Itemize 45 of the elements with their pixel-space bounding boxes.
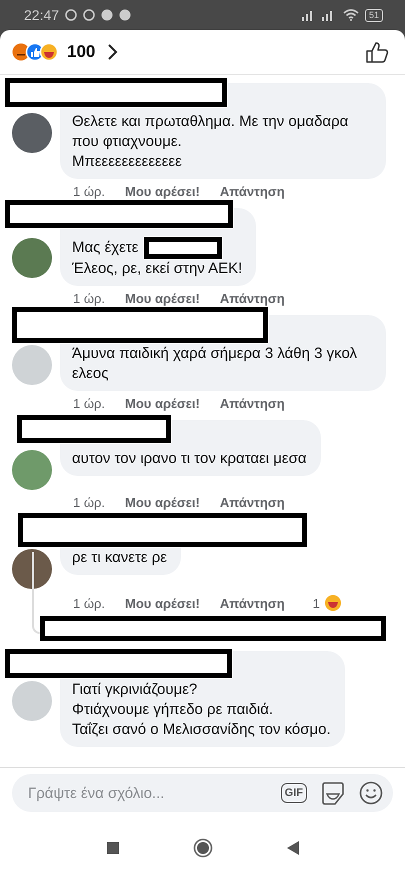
emoji-icon[interactable]	[359, 781, 383, 805]
comment-time: 1 ώρ.	[73, 291, 105, 306]
comment-text: Έλεος, ρε, εκεί στην ΑΕΚ!	[72, 259, 242, 279]
wifi-icon	[342, 9, 359, 21]
reaction-count: 1	[312, 596, 320, 610]
comment-time: 1 ώρ.	[73, 184, 105, 199]
like-link[interactable]: Μου αρέσει!	[125, 184, 200, 199]
chevron-right-icon[interactable]	[107, 43, 120, 61]
comment-text: Μας έχετε	[72, 238, 138, 258]
comment-text: Άμυνα παιδική χαρά σήμερα 3 λάθη 3 γκολ ελεος	[72, 344, 358, 384]
sticker-icon[interactable]	[321, 780, 345, 806]
comment-time: 1 ώρ.	[73, 396, 105, 411]
comment-time: 1 ώρ.	[73, 596, 105, 610]
comment-text: Θελετε και πρωταθλημα. Με την ομαδαρα που φτιαχνουμε.	[72, 112, 350, 152]
gif-button[interactable]: GIF	[280, 783, 307, 803]
like-link[interactable]: Μου αρέσει!	[125, 596, 200, 610]
thumbs-up-icon[interactable]	[365, 41, 389, 63]
like-link[interactable]: Μου αρέσει!	[125, 495, 200, 510]
reply-link[interactable]: Απάντηση	[220, 495, 285, 510]
avatar[interactable]	[12, 113, 52, 153]
battery-icon: 51	[364, 8, 383, 22]
avatar[interactable]	[12, 450, 52, 490]
reply-link[interactable]: Απάντηση	[220, 596, 285, 610]
home-button-icon[interactable]	[192, 838, 212, 858]
avatar[interactable]	[12, 549, 52, 589]
comment-text: Ταΐζει σανό ο Μελισσανίδης τον κόσμο.	[72, 720, 331, 740]
comment-input[interactable]: Γράψτε ένα σχόλιο... GIF	[12, 774, 393, 812]
comment-time: 1 ώρ.	[73, 495, 105, 510]
like-link[interactable]: Μου αρέσει!	[125, 291, 200, 306]
reply-link[interactable]: Απάντηση	[220, 184, 285, 199]
comment-text: Μπεεεεεεεεεεεεε	[72, 152, 182, 172]
laughing-emoji-icon	[324, 594, 342, 612]
reply-link[interactable]: Απάντηση	[220, 396, 285, 411]
status-time: 22:47	[24, 7, 60, 23]
like-link[interactable]: Μου αρέσει!	[125, 396, 200, 411]
comment-text: Γιατί γκρινιάζουμε?	[72, 680, 198, 700]
reply-link[interactable]: Απάντηση	[220, 291, 285, 306]
back-button-icon[interactable]	[286, 841, 298, 855]
comment-text: αυτον τον ιρανο τι τον κραταει μεσα	[72, 449, 307, 469]
comment-text: Φτιάχνουμε γήπεδο ρε παιδιά.	[72, 700, 274, 720]
avatar[interactable]	[12, 238, 52, 278]
recents-button-icon[interactable]	[106, 842, 118, 854]
comment-text: ρε τι κανετε ρε	[72, 548, 167, 568]
redaction-box[interactable]	[40, 616, 386, 641]
reaction-count[interactable]: 100	[67, 42, 96, 62]
